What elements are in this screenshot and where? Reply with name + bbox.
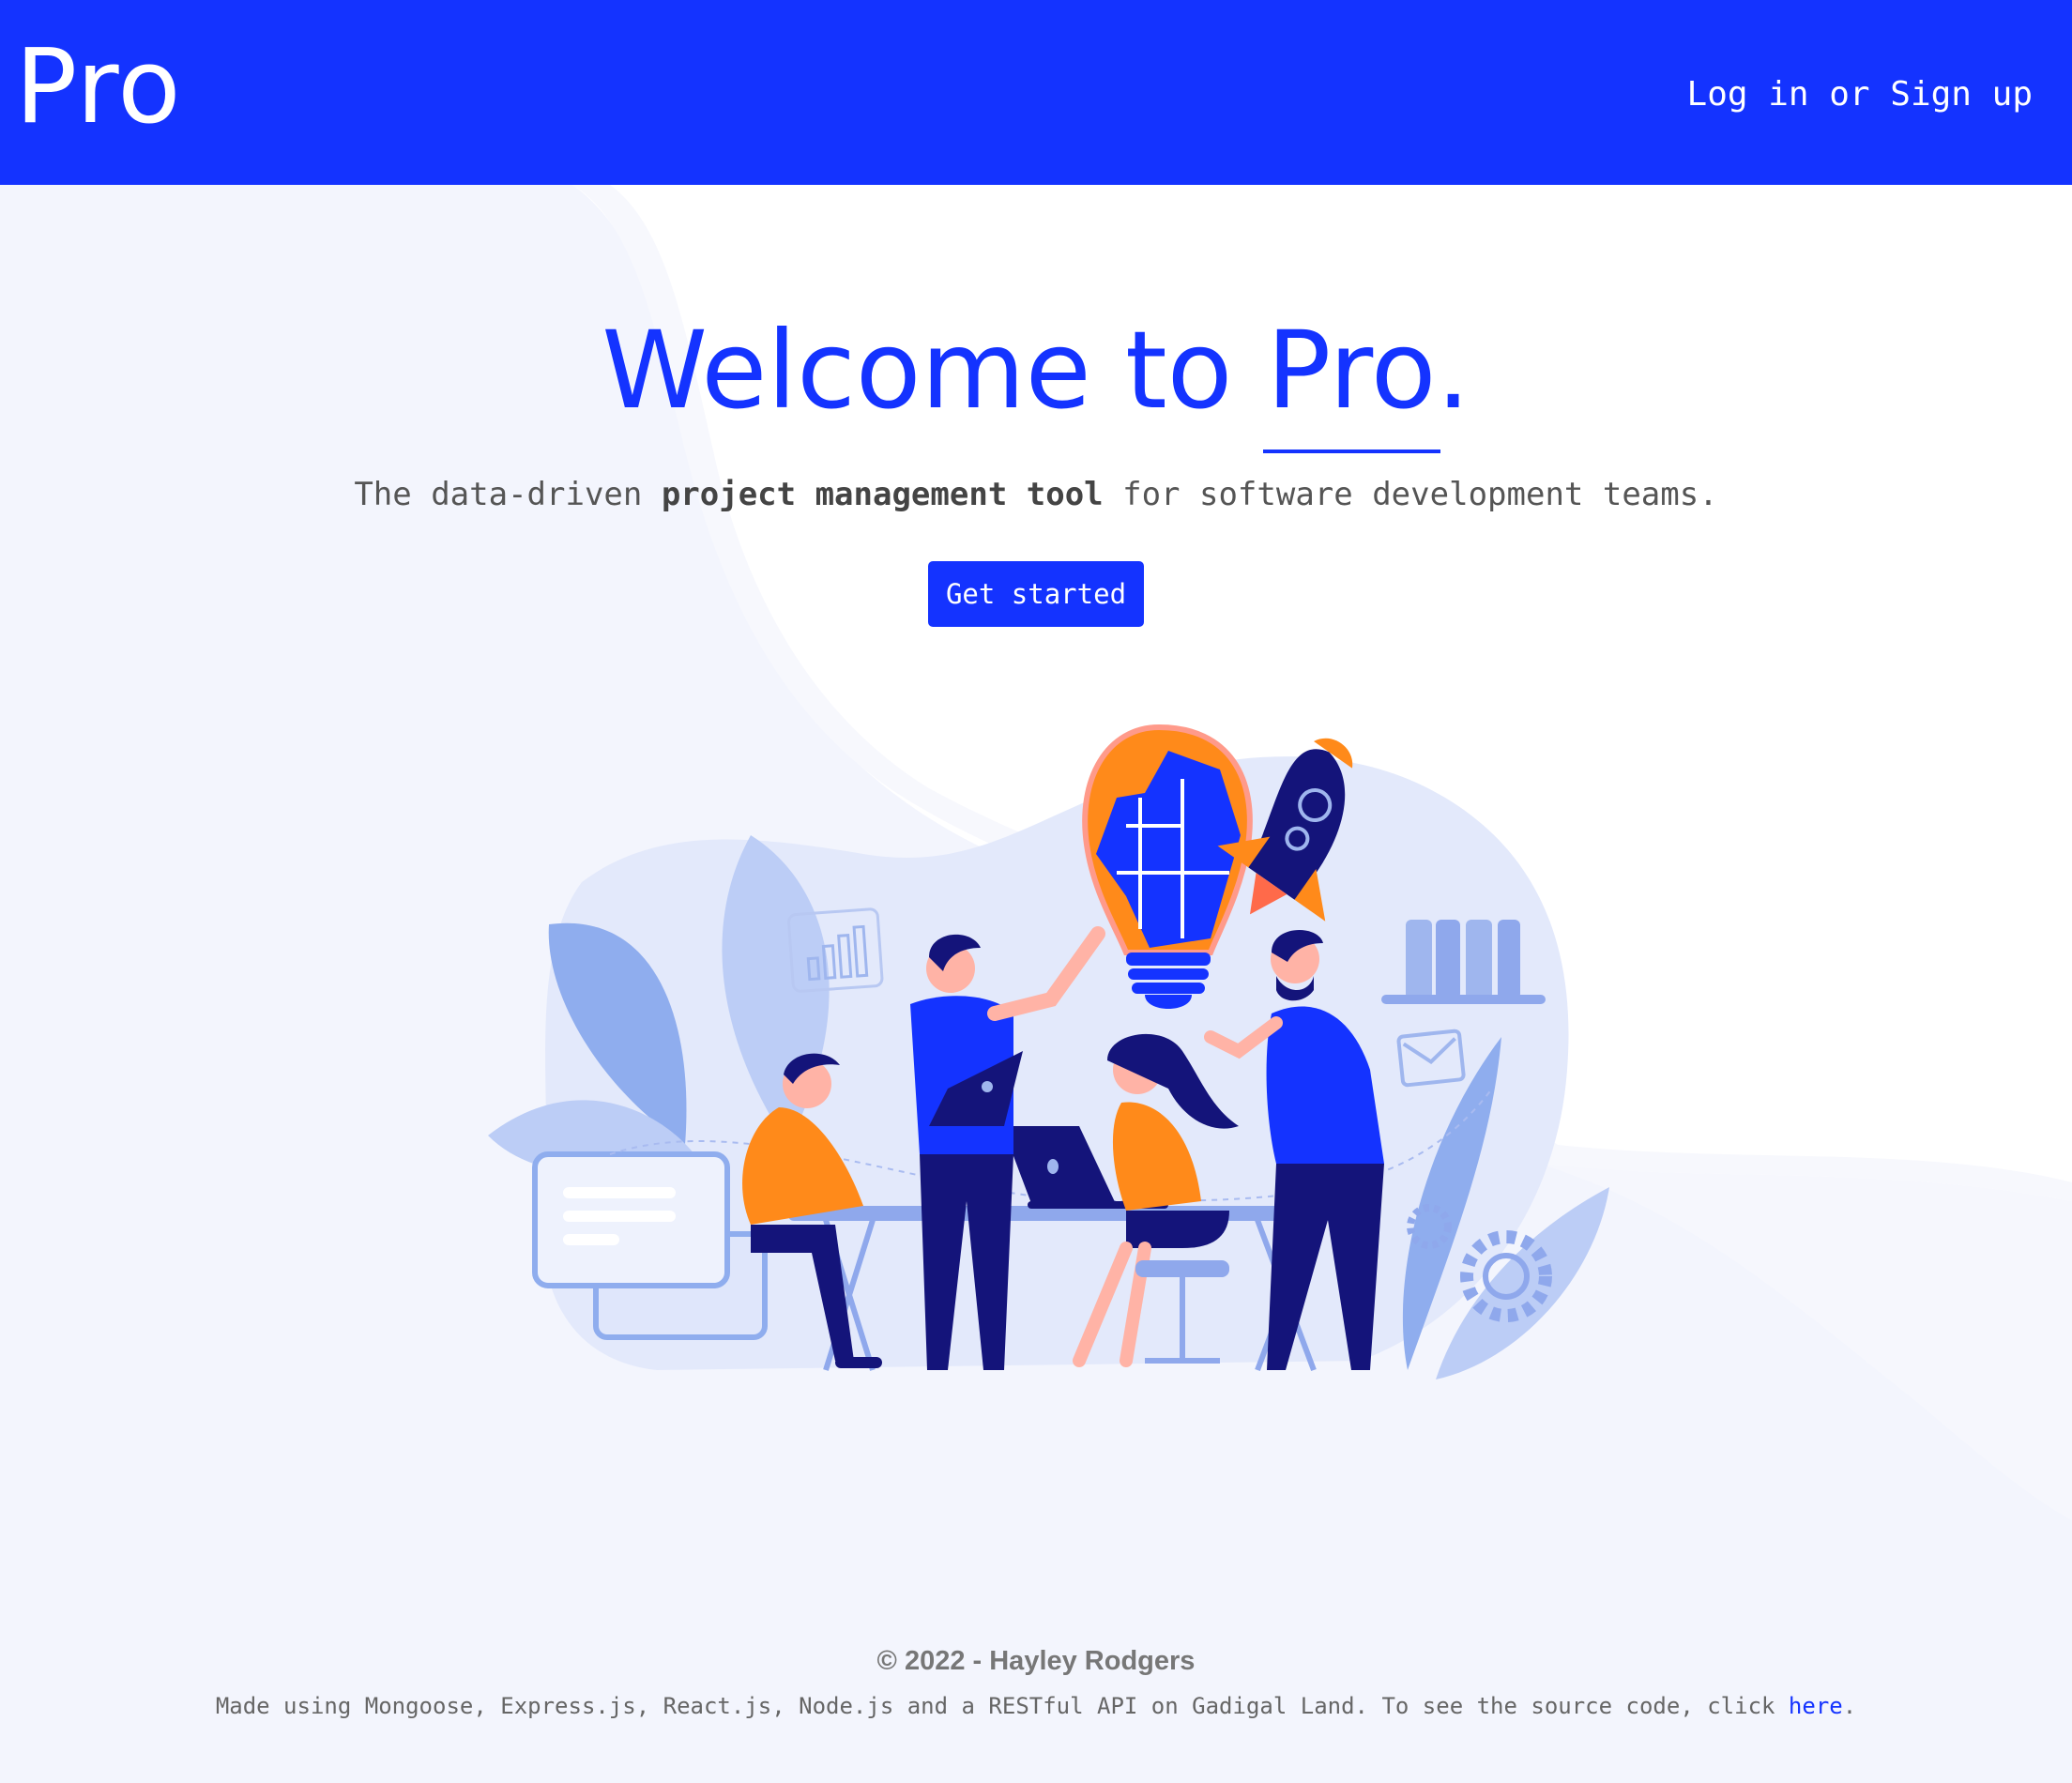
team-illustration (488, 724, 1609, 1379)
copyright: © 2022 - Hayley Rodgers (876, 1646, 1196, 1676)
navbar: Pro Log in or Sign up (0, 0, 2072, 185)
credits-end: . (1842, 1693, 1857, 1719)
credits: Made using Mongoose, Express.js, React.j… (0, 1689, 2072, 1723)
auth-separator: or (1808, 75, 1891, 114)
login-link[interactable]: Log in (1687, 75, 1809, 114)
get-started-button[interactable]: Get started (928, 561, 1144, 627)
tagline-bold: project management tool (661, 476, 1104, 513)
source-code-link[interactable]: here (1789, 1693, 1843, 1719)
tagline-before: The data-driven (354, 476, 662, 513)
footer: © 2022 - Hayley Rodgers Made using Mongo… (0, 1642, 2072, 1723)
tagline: The data-driven project management tool … (0, 474, 2072, 515)
page-title: Welcome to Pro. (0, 305, 2072, 453)
auth-links: Log in or Sign up (1687, 73, 2033, 116)
title-prefix: Welcome to (602, 308, 1267, 433)
brand-logo[interactable]: Pro (15, 21, 182, 152)
title-suffix: . (1436, 308, 1470, 433)
signup-link[interactable]: Sign up (1890, 75, 2033, 114)
credits-text: Made using Mongoose, Express.js, React.j… (215, 1693, 1789, 1719)
title-brand: Pro (1262, 305, 1440, 453)
tagline-after: for software development teams. (1103, 476, 1718, 513)
